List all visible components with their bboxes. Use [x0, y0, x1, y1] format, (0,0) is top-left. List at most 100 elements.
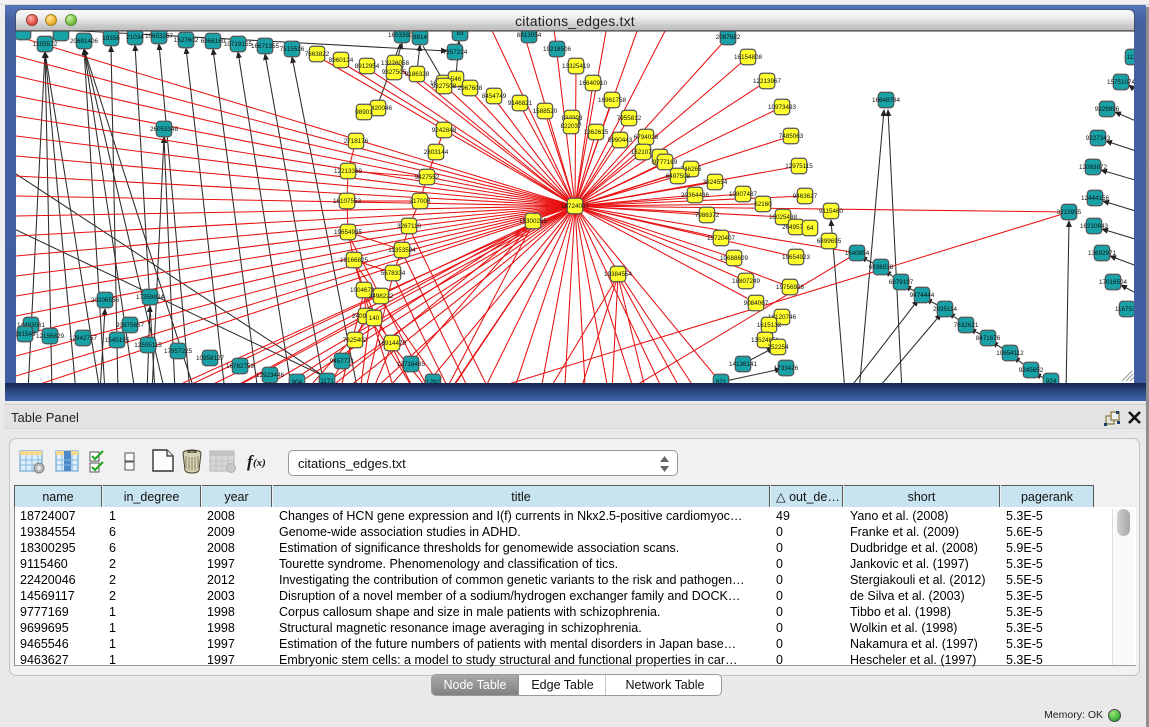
svg-text:1205572: 1205572 [33, 41, 58, 48]
svg-text:1167531: 1167531 [1115, 306, 1134, 313]
svg-text:3267110: 3267110 [397, 223, 422, 230]
svg-text:19384554: 19384554 [604, 271, 633, 278]
svg-text:8814: 8814 [413, 34, 428, 41]
svg-text:16210643: 16210643 [1080, 223, 1109, 230]
svg-text:12156829: 12156829 [36, 333, 65, 340]
svg-text:1362615: 1362615 [584, 129, 609, 136]
svg-text:9474444: 9474444 [910, 292, 935, 299]
svg-text:13692971: 13692971 [1088, 250, 1117, 257]
svg-text:10807487: 10807487 [729, 191, 758, 198]
svg-text:5678334: 5678334 [381, 270, 406, 277]
svg-text:10654112: 10654112 [996, 350, 1024, 357]
svg-text:12093872: 12093872 [1079, 164, 1108, 171]
svg-text:12213369: 12213369 [334, 168, 363, 175]
svg-text:9227343: 9227343 [1086, 135, 1111, 142]
svg-text:9327508: 9327508 [432, 83, 457, 90]
svg-text:252254: 252254 [767, 344, 789, 351]
svg-text:12505115: 12505115 [134, 342, 162, 349]
svg-text:871: 871 [716, 379, 727, 383]
svg-text:2087682: 2087682 [716, 34, 741, 41]
svg-text:7485063: 7485063 [779, 133, 804, 140]
svg-text:64: 64 [806, 225, 814, 232]
svg-text:9242848: 9242848 [432, 127, 457, 134]
svg-text:12975115: 12975115 [785, 163, 813, 170]
svg-text:7955812: 7955812 [617, 115, 642, 122]
svg-text:10653267: 10653267 [145, 33, 174, 40]
svg-text:16961758: 16961758 [598, 97, 627, 104]
svg-text:317008: 317008 [409, 198, 431, 205]
svg-text:12923446: 12923446 [256, 372, 285, 379]
svg-text:6899695: 6899695 [817, 238, 842, 245]
svg-text:2967608: 2967608 [458, 85, 483, 92]
svg-text:1527602: 1527602 [174, 37, 199, 44]
svg-text:20691406: 20691406 [70, 38, 99, 45]
svg-text:7632621: 7632621 [954, 322, 979, 329]
svg-text:9777169: 9777169 [653, 159, 678, 166]
svg-text:7663822: 7663822 [305, 51, 330, 58]
svg-text:13325419: 13325419 [562, 63, 591, 70]
svg-text:20364436: 20364436 [681, 192, 710, 199]
svg-text:83: 83 [456, 31, 464, 37]
svg-text:9329996: 9329996 [1095, 106, 1120, 113]
svg-text:6966160: 6966160 [201, 38, 226, 45]
svg-text:98901: 98901 [355, 109, 373, 116]
svg-text:16914479: 16914479 [378, 340, 407, 347]
svg-text:20206556: 20206556 [91, 297, 120, 304]
svg-text:9084067: 9084067 [744, 300, 769, 307]
svg-text:904: 904 [292, 379, 303, 383]
svg-text:822037: 822037 [560, 123, 582, 130]
svg-text:6794028: 6794028 [634, 134, 659, 141]
svg-text:16154808: 16154808 [734, 54, 763, 61]
svg-text:14136141: 14136141 [729, 361, 758, 368]
svg-text:10973493: 10973493 [768, 104, 797, 111]
svg-text:19166825: 19166825 [340, 257, 369, 264]
svg-text:1733426: 1733426 [774, 365, 799, 372]
svg-text:10688609: 10688609 [720, 255, 749, 262]
svg-text:9457771: 9457771 [330, 358, 355, 365]
svg-text:7515526: 7515526 [280, 46, 305, 53]
svg-text:16107553: 16107553 [333, 198, 362, 205]
svg-text:3215955: 3215955 [1057, 209, 1082, 216]
svg-text:6879197: 6879197 [889, 279, 914, 286]
svg-text:391549: 391549 [16, 331, 36, 338]
svg-text:13716485: 13716485 [397, 361, 426, 368]
svg-text:19356: 19356 [102, 35, 120, 42]
svg-text:1615132: 1615132 [757, 322, 782, 329]
svg-text:9146821: 9146821 [508, 100, 533, 107]
svg-text:140: 140 [369, 315, 380, 322]
svg-text:7357224: 7357224 [443, 49, 468, 56]
svg-text:18807249: 18807249 [732, 278, 761, 285]
svg-text:10719155: 10719155 [224, 41, 253, 48]
svg-text:62160: 62160 [754, 201, 772, 208]
svg-text:8912954: 8912954 [355, 63, 380, 70]
svg-text:17359924: 17359924 [136, 294, 165, 301]
svg-text:19756928: 19756928 [776, 284, 805, 291]
svg-text:19654935: 19654935 [334, 229, 363, 236]
svg-text:16648784: 16648784 [872, 97, 901, 104]
svg-text:1545195: 1545195 [105, 337, 130, 344]
svg-text:12444156: 12444156 [1081, 195, 1110, 202]
svg-text:19218506: 19218506 [543, 46, 572, 53]
svg-text:15751074: 15751074 [1107, 79, 1134, 86]
svg-text:(x): (x) [253, 457, 266, 469]
svg-text:546: 546 [451, 76, 462, 83]
svg-text:9115460: 9115460 [819, 208, 844, 215]
svg-text:10958127: 10958127 [196, 355, 225, 362]
svg-text:16640910: 16640910 [579, 80, 608, 87]
svg-text:8471676: 8471676 [976, 335, 1001, 342]
svg-text:2935114: 2935114 [933, 306, 958, 313]
svg-text:9427552: 9427552 [415, 174, 440, 181]
svg-text:26053346: 26053346 [150, 126, 179, 133]
svg-text:1171: 1171 [320, 378, 334, 383]
svg-text:8990443: 8990443 [608, 137, 633, 144]
svg-text:2803144: 2803144 [424, 149, 449, 156]
svg-text:7986372: 7986372 [695, 212, 720, 219]
svg-text:1588520: 1588520 [533, 108, 558, 115]
svg-text:11353594: 11353594 [388, 247, 416, 254]
svg-text:16671355: 16671355 [251, 43, 280, 50]
svg-text:15300285: 15300285 [519, 218, 548, 225]
svg-text:12942757: 12942757 [69, 335, 98, 342]
svg-text:1292: 1292 [426, 379, 441, 383]
svg-text:6938918: 6938918 [869, 264, 894, 271]
svg-text:8813054: 8813054 [517, 32, 542, 39]
